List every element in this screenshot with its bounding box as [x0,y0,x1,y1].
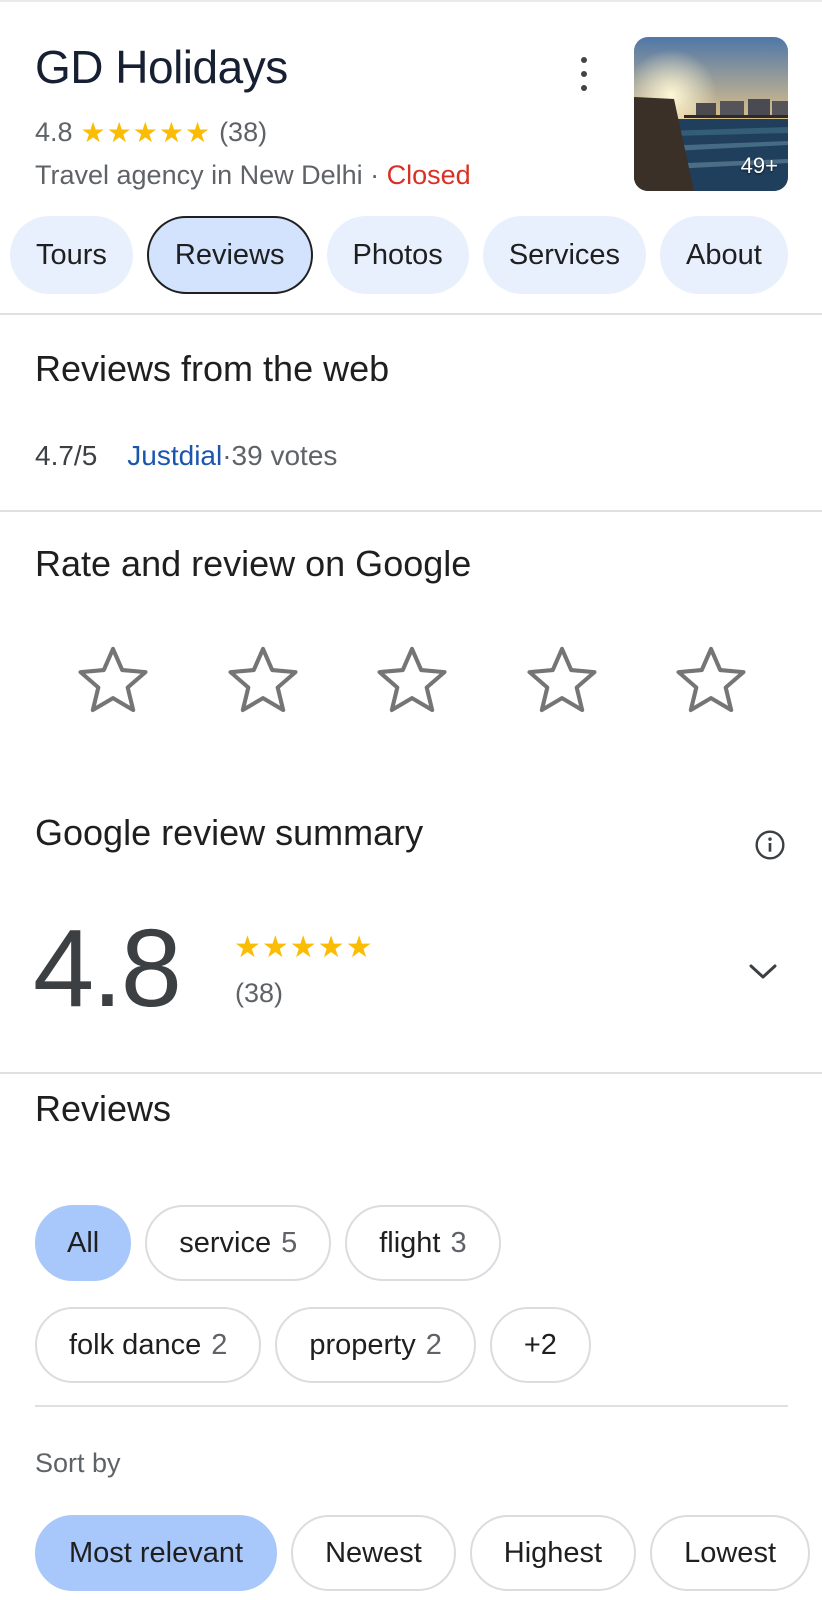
sort-lowest[interactable]: Lowest [650,1515,810,1591]
chip-count: 2 [425,1328,442,1361]
sort-options: Most relevant Newest Highest Lowest [35,1515,810,1591]
rating-row[interactable]: 4.8 ★★★★★ (38) [35,116,267,149]
web-review-item: 4.7/5 Justdial · 39 votes [35,440,337,472]
topic-chip-flight[interactable]: flight 3 [345,1205,501,1281]
topic-chips-row-2: folk dance 2 property 2 +2 [35,1307,591,1383]
rate-review-heading: Rate and review on Google [35,543,472,584]
star-outline-icon[interactable] [72,640,154,722]
chip-label: flight [379,1226,441,1259]
sort-divider [35,1405,788,1407]
review-summary-heading: Google review summary [35,812,424,853]
sort-most-relevant[interactable]: Most relevant [35,1515,278,1591]
star-outline-icon[interactable] [521,640,603,722]
chip-label: All [67,1226,100,1259]
star-outline-icon[interactable] [371,640,453,722]
chip-count: 2 [211,1328,228,1361]
justdial-link[interactable]: Justdial [127,440,222,472]
web-reviews-heading: Reviews from the web [35,348,390,389]
chevron-down-icon[interactable] [747,961,779,983]
tab-about[interactable]: About [660,216,788,294]
topic-chip-folk-dance[interactable]: folk dance 2 [35,1307,262,1383]
rate-stars [72,640,752,722]
info-icon[interactable] [754,829,786,861]
separator: · [222,440,232,471]
business-subtitle: Travel agency in New Delhi · Closed [35,160,471,191]
web-review-score: 4.7/5 [35,440,98,471]
rating-stars-icon: ★★★★★ [80,117,212,148]
star-outline-icon[interactable] [222,640,304,722]
open-status[interactable]: Closed [387,160,471,190]
chip-label: +2 [523,1328,557,1361]
topic-chip-property[interactable]: property 2 [275,1307,476,1383]
business-photo[interactable]: 49+ [634,37,788,191]
sort-newest[interactable]: Newest [291,1515,456,1591]
sort-highest[interactable]: Highest [469,1515,637,1591]
section-divider [0,1072,822,1074]
photo-count: 49+ [740,153,778,178]
topic-chip-all[interactable]: All [35,1205,132,1281]
chip-label: service [179,1226,272,1259]
chip-label: folk dance [69,1328,202,1361]
topic-chips-row-1: All service 5 flight 3 [35,1205,501,1281]
tab-tours[interactable]: Tours [10,216,133,294]
separator: · [362,160,387,190]
business-name: GD Holidays [35,41,288,93]
section-divider [0,510,822,512]
category-location: Travel agency in New Delhi [35,160,363,190]
rating-value: 4.8 [35,117,73,147]
chip-label: property [309,1328,416,1361]
summary-score: 4.8 [33,907,182,1030]
summary-stars-icon: ★★★★★ [234,931,374,964]
chip-count: 3 [450,1226,467,1259]
more-options-icon[interactable] [578,57,590,91]
tab-services[interactable]: Services [482,216,647,294]
web-review-votes: 39 votes [231,440,338,471]
rating-count: (38) [219,117,268,147]
tab-bar: Tours Reviews Photos Services About [10,216,788,294]
star-outline-icon[interactable] [670,640,752,722]
chip-count: 5 [281,1226,298,1259]
topic-chip-service[interactable]: service 5 [145,1205,332,1281]
tab-reviews[interactable]: Reviews [146,216,313,294]
summary-count: (38) [235,978,284,1008]
section-divider [0,313,822,315]
topic-chip-more[interactable]: +2 [489,1307,591,1383]
tab-photos[interactable]: Photos [326,216,469,294]
sort-by-label: Sort by [35,1448,121,1478]
reviews-heading: Reviews [35,1088,172,1129]
